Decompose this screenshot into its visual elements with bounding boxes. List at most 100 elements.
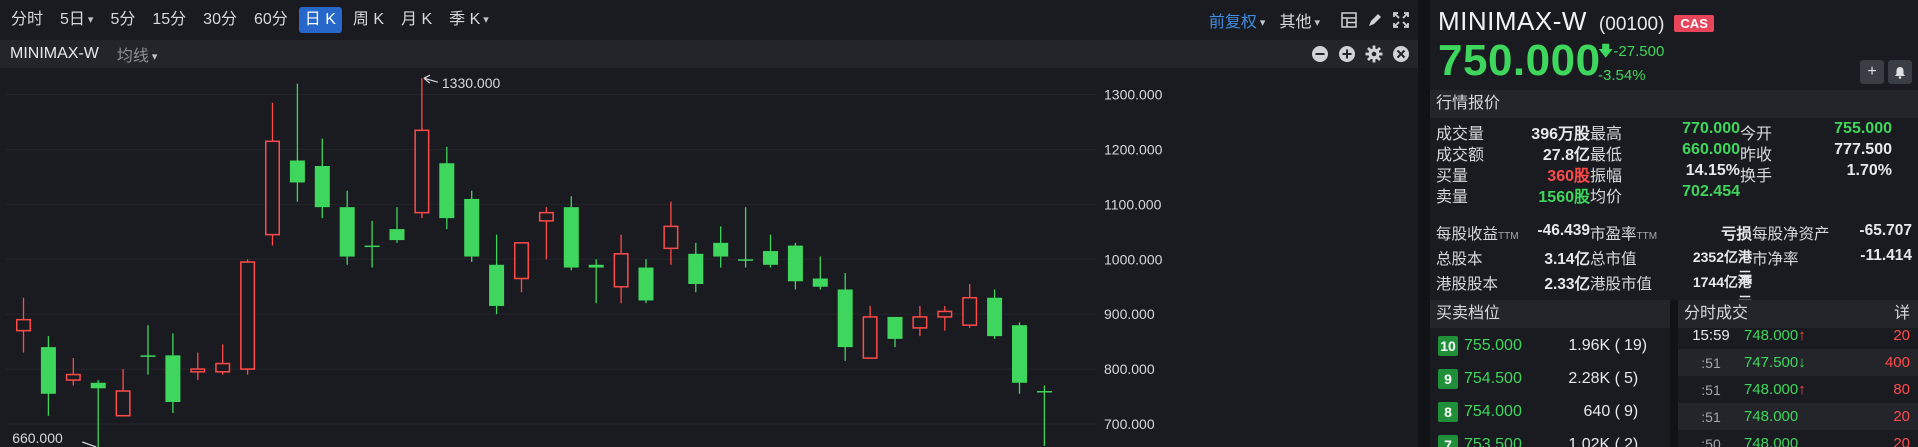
fund-label: 每股收益TTM — [1436, 222, 1526, 246]
fund-label: 市盈率TTM — [1590, 222, 1680, 246]
draw-pen-icon[interactable] — [1364, 9, 1386, 31]
high-annotation: 1330.000 — [442, 75, 501, 91]
low-annotation: 660.000 — [12, 430, 63, 446]
alert-bell-icon[interactable] — [1888, 60, 1912, 84]
y-tick-label: 800.000 — [1104, 361, 1155, 377]
orderbook-row[interactable]: 7 753.500 1.02K (2) — [1430, 428, 1670, 447]
orderbook-row[interactable]: 9 754.500 2.28K (5) — [1430, 362, 1670, 395]
candle-body — [688, 253, 704, 285]
candle-body — [563, 207, 579, 268]
orderbook-price: 754.000 — [1464, 402, 1522, 420]
period-tab-5[interactable]: 60分 — [248, 7, 294, 33]
orderbook-row[interactable]: 10 755.000 1.96K (19) — [1430, 329, 1670, 362]
orderbook-row[interactable]: 8 754.000 640 (9) — [1430, 395, 1670, 428]
tick-volume: 400 — [1884, 354, 1910, 371]
ticks-title: 分时成交 — [1684, 305, 1749, 322]
tick-volume: 20 — [1893, 327, 1910, 344]
period-tab-6[interactable]: 日 K — [298, 7, 342, 33]
ttm-tag: TTM — [1636, 231, 1658, 242]
fund-label: 总市值 — [1590, 247, 1680, 271]
orderbook-volume: 640 ( — [1583, 402, 1620, 420]
price-adjust-label: 前复权 — [1208, 14, 1257, 31]
candle-body — [289, 160, 305, 183]
chevron-down-icon: ▾ — [1259, 17, 1266, 29]
other-options-dropdown[interactable]: 其他 ▾ — [1279, 8, 1320, 32]
indicator-label: 均线 — [116, 48, 149, 65]
add-watchlist-icon[interactable]: + — [1860, 60, 1884, 84]
candle-body — [862, 316, 878, 359]
price-adjust-dropdown[interactable]: 前复权 ▾ — [1209, 8, 1266, 32]
settings-icon[interactable] — [1363, 43, 1385, 65]
chart-stock-name: MINIMAX-W — [10, 45, 99, 62]
level-badge: 8 — [1438, 401, 1458, 422]
period-tab-4[interactable]: 30分 — [197, 7, 243, 33]
period-tab-label: 30分 — [203, 11, 237, 28]
price-change: 🡇-27.500 -3.54% — [1598, 40, 1664, 88]
tick-row: :51 748.000 20 — [1678, 403, 1918, 430]
panel-divider[interactable] — [1418, 0, 1430, 447]
fundamentals-row: 港股股本 2.33亿港股市值 1744亿港元 — [1436, 272, 1912, 310]
layout-grid-icon[interactable] — [1338, 9, 1360, 31]
close-icon[interactable] — [1390, 43, 1412, 65]
fund-label: 市净率 — [1752, 247, 1842, 271]
zoom-in-icon[interactable] — [1336, 43, 1358, 65]
period-tab-label: 周 K — [352, 11, 385, 28]
fund-label-text: 市净率 — [1752, 251, 1799, 268]
quote-actions: + — [1856, 60, 1912, 84]
stock-name: MINIMAX-W — [1438, 6, 1587, 36]
period-tab-7[interactable]: 周 K — [347, 7, 390, 33]
period-tab-9[interactable]: 季 K ▾ — [443, 7, 495, 33]
market-quote-header: 行情报价 — [1430, 90, 1918, 118]
period-tab-0[interactable]: 分时 — [5, 7, 49, 33]
low-arrow-icon — [81, 441, 97, 447]
candle-body — [140, 355, 156, 357]
candle-body — [439, 163, 455, 219]
level-badge: 10 — [1438, 335, 1458, 356]
fund-label-text: 总市值 — [1590, 251, 1637, 268]
candle-body — [538, 211, 554, 222]
tick-price: 748.000↑ — [1744, 381, 1834, 398]
tick-price: 748.000↑ — [1744, 327, 1834, 344]
candle-body — [240, 261, 256, 370]
candle-body — [787, 245, 803, 282]
quote-panel: MINIMAX-W (00100) CAS 750.000 🡇-27.500 -… — [1430, 0, 1918, 447]
fund-value: 1744亿港元 — [1692, 274, 1752, 310]
candle-body — [588, 264, 604, 268]
candle-body — [812, 278, 828, 287]
level-badge: 7 — [1438, 434, 1458, 447]
fundamentals-row: 总股本 3.14亿 总市值 2352亿港元 市净率 -11.414 — [1436, 247, 1912, 285]
change-percent: -3.54% — [1598, 67, 1646, 84]
chart-subbar: MINIMAX-W 均线 ▾ — [0, 40, 1418, 68]
fund-label-text: 港股股本 — [1436, 276, 1499, 293]
indicator-dropdown[interactable]: 均线 ▾ — [117, 42, 158, 66]
orderbook-price: 753.500 — [1464, 435, 1522, 447]
tick-price: 748.000 — [1744, 408, 1834, 425]
fund-label: 港股市值 — [1590, 272, 1680, 296]
high-arrow-icon — [423, 74, 439, 84]
period-tab-1[interactable]: 5日 ▾ — [54, 7, 99, 33]
quote-title: MINIMAX-W (00100) CAS — [1438, 6, 1714, 37]
candle-body — [115, 390, 131, 417]
candle-body — [190, 368, 206, 373]
period-tab-3[interactable]: 15分 — [146, 7, 192, 33]
period-tab-8[interactable]: 月 K — [395, 7, 438, 33]
fund-label: 总股本 — [1436, 247, 1526, 271]
tick-time: 15:59 — [1692, 327, 1730, 344]
market-value: 702.454 — [1682, 183, 1740, 200]
candle-body — [962, 296, 978, 326]
period-tab-label: 分时 — [11, 11, 44, 28]
y-tick-label: 700.000 — [1104, 416, 1155, 432]
chevron-down-icon: ▾ — [483, 14, 489, 26]
candle-body — [713, 242, 729, 257]
zoom-out-icon[interactable] — [1309, 43, 1331, 65]
fullscreen-icon[interactable] — [1390, 9, 1412, 31]
fund-value: 亏损 — [1720, 226, 1752, 243]
orderbook-count: 19) — [1624, 336, 1648, 354]
fund-label: 每股净资产 — [1752, 222, 1842, 246]
market-label — [1740, 183, 1814, 209]
orderbook-price: 755.000 — [1464, 336, 1522, 354]
candlestick-chart[interactable]: 1300.000 1200.000 1100.000 1000.000 900.000 8… — [6, 68, 1418, 447]
tick-price-text: 748.000 — [1744, 327, 1799, 344]
fund-label-text: 每股净资产 — [1752, 226, 1830, 243]
period-tab-2[interactable]: 5分 — [104, 7, 141, 33]
